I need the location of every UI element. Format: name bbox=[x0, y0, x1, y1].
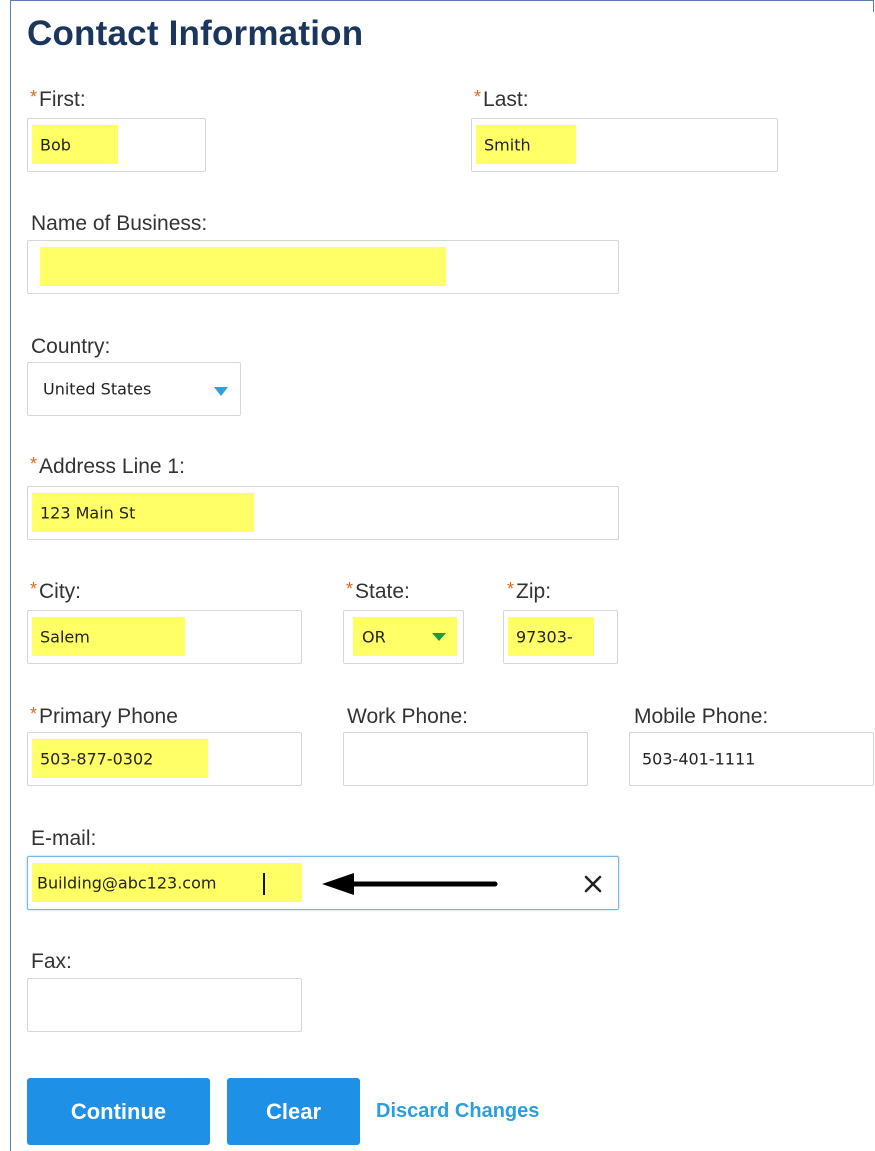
required-mark: * bbox=[474, 87, 482, 107]
discard-changes-link[interactable]: Discard Changes bbox=[376, 1100, 539, 1123]
email-label: E-mail: bbox=[31, 827, 97, 850]
mobile-phone-value: 503-401-1111 bbox=[642, 749, 756, 769]
last-label-text: Last: bbox=[483, 88, 529, 111]
clear-button[interactable]: Clear bbox=[227, 1078, 360, 1145]
address-line1-value: 123 Main St bbox=[40, 503, 136, 523]
last-label: *Last: bbox=[474, 87, 529, 112]
first-name-value: Bob bbox=[40, 135, 71, 155]
last-name-value: Smith bbox=[484, 135, 531, 155]
zip-label: *Zip: bbox=[507, 579, 552, 604]
primary-phone-value: 503-877-0302 bbox=[40, 749, 154, 769]
first-name-input[interactable]: Bob bbox=[27, 118, 206, 172]
primary-phone-label-text: Primary Phone bbox=[39, 705, 178, 728]
address1-label: *Address Line 1: bbox=[30, 454, 185, 479]
email-value: Building@abc123.com bbox=[37, 873, 217, 893]
first-label: *First: bbox=[30, 87, 86, 112]
primary-phone-label: *Primary Phone bbox=[30, 704, 178, 729]
required-mark: * bbox=[30, 704, 38, 724]
email-input[interactable]: Building@abc123.com bbox=[27, 856, 619, 910]
fax-label: Fax: bbox=[31, 950, 72, 973]
text-highlight bbox=[40, 247, 446, 286]
frame-edge bbox=[873, 0, 874, 12]
required-mark: * bbox=[30, 454, 38, 474]
chevron-down-icon bbox=[214, 387, 228, 396]
business-name-input[interactable] bbox=[27, 240, 619, 294]
required-mark: * bbox=[346, 579, 354, 599]
state-value: OR bbox=[362, 627, 386, 647]
text-cursor bbox=[263, 873, 265, 895]
required-mark: * bbox=[30, 579, 38, 599]
city-input[interactable]: Salem bbox=[27, 610, 302, 664]
page-title: Contact Information bbox=[27, 14, 364, 53]
business-label: Name of Business: bbox=[31, 212, 208, 235]
mobile-phone-input[interactable]: 503-401-1111 bbox=[629, 732, 874, 786]
first-label-text: First: bbox=[39, 88, 86, 111]
city-label-text: City: bbox=[39, 580, 82, 603]
required-mark: * bbox=[507, 579, 515, 599]
state-select[interactable]: OR bbox=[343, 610, 464, 664]
primary-phone-input[interactable]: 503-877-0302 bbox=[27, 732, 302, 786]
continue-button[interactable]: Continue bbox=[27, 1078, 210, 1145]
address1-label-text: Address Line 1: bbox=[39, 455, 185, 478]
required-mark: * bbox=[30, 87, 38, 107]
zip-input[interactable]: 97303- bbox=[503, 610, 618, 664]
work-phone-label: Work Phone: bbox=[347, 705, 469, 728]
country-select[interactable]: United States bbox=[27, 362, 241, 416]
state-label-text: State: bbox=[355, 580, 410, 603]
address-line1-input[interactable]: 123 Main St bbox=[27, 486, 619, 540]
mobile-phone-label: Mobile Phone: bbox=[634, 705, 769, 728]
country-label: Country: bbox=[31, 335, 111, 358]
city-value: Salem bbox=[40, 627, 90, 647]
close-icon[interactable] bbox=[583, 874, 603, 894]
fax-input[interactable] bbox=[27, 978, 302, 1032]
city-label: *City: bbox=[30, 579, 82, 604]
state-label: *State: bbox=[346, 579, 410, 604]
work-phone-input[interactable] bbox=[343, 732, 588, 786]
last-name-input[interactable]: Smith bbox=[471, 118, 778, 172]
zip-value: 97303- bbox=[516, 627, 573, 647]
country-value: United States bbox=[43, 379, 152, 399]
arrow-left-icon bbox=[322, 873, 498, 895]
zip-label-text: Zip: bbox=[516, 580, 552, 603]
chevron-down-icon bbox=[432, 633, 446, 641]
